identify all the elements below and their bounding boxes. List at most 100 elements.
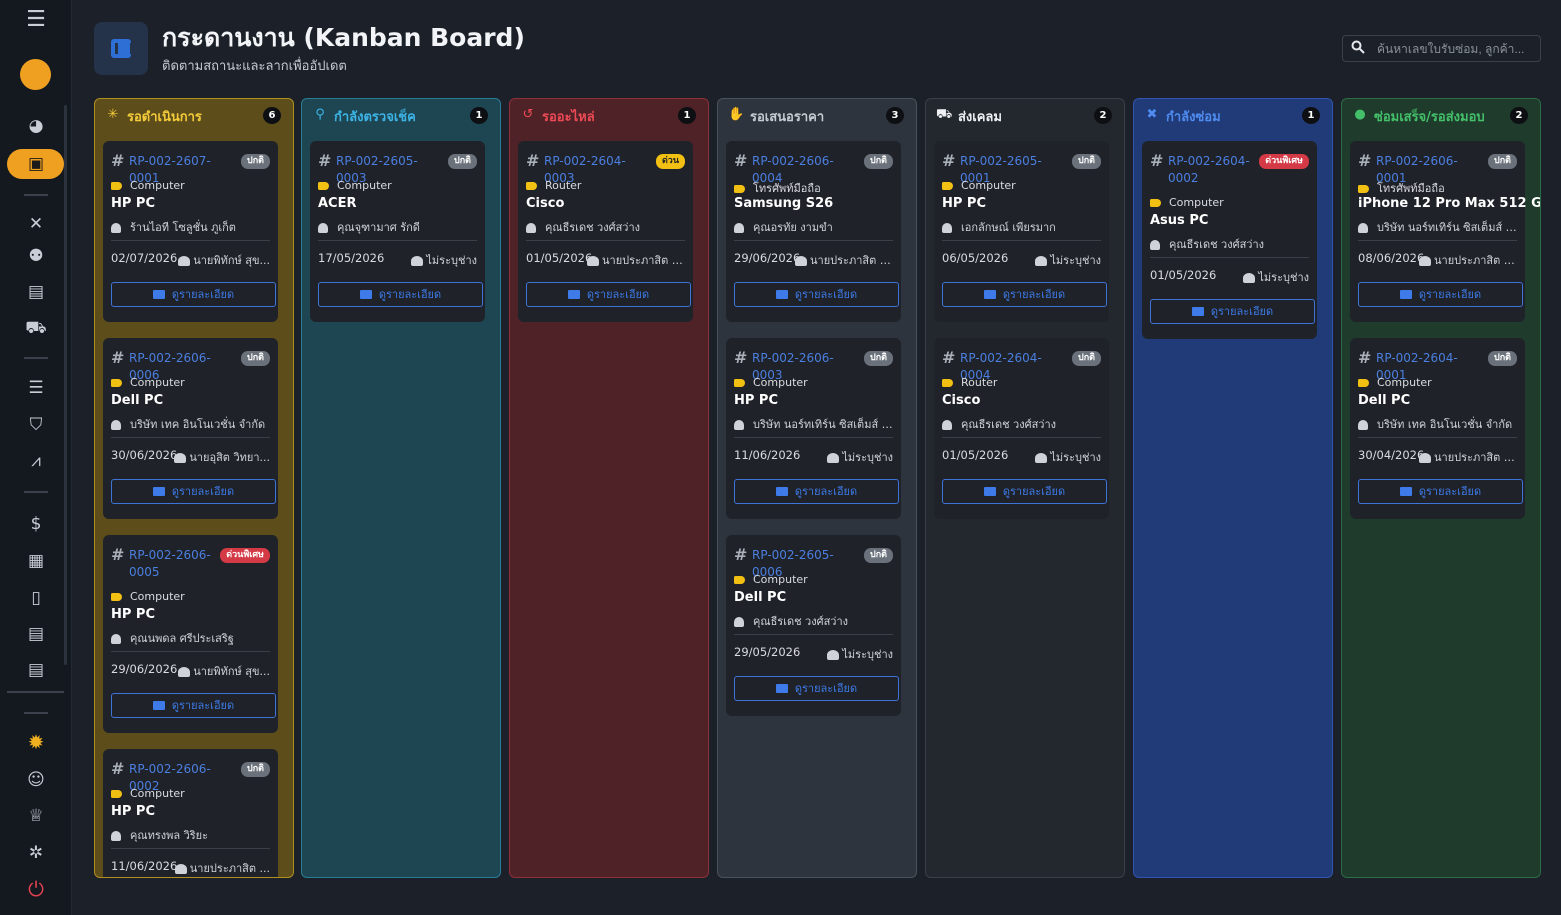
folder-icon [775, 289, 788, 299]
repair-card[interactable]: # RP-002-2606-0001 ปกติ โทรศัพท์มือถือ iPhon… [1350, 141, 1540, 322]
card-divider [942, 437, 1101, 438]
view-detail-button[interactable]: ดูรายละเอียด [942, 479, 1107, 504]
column-header: ⛟ ส่งเคลม 2 [926, 99, 1124, 131]
history-icon: ↺ [522, 107, 534, 122]
device-type-label: Computer [337, 179, 392, 192]
cashier-icon[interactable]: $ [0, 514, 72, 534]
search-icon: ⚲ [315, 107, 325, 122]
technician-icon [1243, 273, 1256, 283]
view-detail-button[interactable]: ดูรายละเอียด [318, 282, 483, 307]
view-detail-button[interactable]: ดูรายละเอียด [111, 693, 276, 718]
customer-name: คุณธีรเดช วงศ์สว่าง [1150, 235, 1310, 253]
repair-card[interactable]: # RP-002-2605-0006 ปกติ Computer Dell PC คุณธ… [726, 535, 901, 716]
repair-card[interactable]: # RP-002-2604-0004 ปกติ Router Cisco คุณธีรเด… [934, 338, 1109, 519]
repair-card[interactable]: # RP-002-2606-0005 ด่วนพิเศษ Computer HP PC ค… [103, 535, 278, 733]
technician: ไม่ระบุช่าง [379, 251, 477, 269]
card-divider [942, 240, 1101, 241]
search-input[interactable] [1377, 40, 1532, 58]
report-icon[interactable]: ⩘ [0, 451, 72, 471]
sidebar-divider [24, 712, 48, 714]
tools-icon[interactable]: ✕ [0, 214, 72, 234]
inventory-icon[interactable]: ▤ [0, 282, 72, 302]
device-model: Cisco [942, 393, 981, 408]
received-date: 29/06/2026 [734, 251, 801, 265]
tag-icon [1358, 185, 1369, 193]
repair-card[interactable]: # RP-002-2606-0006 ปกติ Computer Dell PC บริษ… [103, 338, 278, 519]
column-header: ✋ รอเสนอราคา 3 [718, 99, 916, 131]
technician: นายอุสิต วิทยา... [172, 448, 270, 466]
technician-label: นายพิทักษ์ สุข... [193, 254, 270, 267]
user-icon [942, 223, 952, 233]
repair-card[interactable]: # RP-002-2606-0003 ปกติ Computer HP PC บริษัท… [726, 338, 901, 519]
customer-name-label: เอกลักษณ์ เพียรมาก [961, 221, 1056, 234]
view-detail-button[interactable]: ดูรายละเอียด [942, 282, 1107, 307]
kanban-icon[interactable]: ▣ [0, 154, 72, 174]
view-detail-button[interactable]: ดูรายละเอียด [111, 479, 276, 504]
checklist-icon[interactable]: ☰ [0, 378, 72, 398]
technician-label: ไม่ระบุช่าง [1050, 254, 1101, 267]
technician-label: นายประภาสิต ... [189, 862, 270, 875]
document-icon[interactable]: ▤ [0, 660, 72, 680]
user-icon [942, 420, 952, 430]
customer-name: คุณทรงพล วิริยะ [111, 826, 271, 844]
device-model: HP PC [111, 804, 156, 819]
device-type: Computer [111, 787, 185, 800]
repair-id[interactable]: RP-002-2606-0005 [129, 547, 234, 581]
view-detail-button[interactable]: ดูรายละเอียด [734, 282, 899, 307]
technician-icon [174, 864, 187, 874]
delivery-icon[interactable]: ⛟ [0, 318, 72, 338]
settings-gear-icon[interactable]: ✹ [0, 732, 72, 752]
view-detail-button[interactable]: ดูรายละเอียด [1358, 282, 1523, 307]
view-detail-button[interactable]: ดูรายละเอียด [526, 282, 691, 307]
view-detail-button[interactable]: ดูรายละเอียด [734, 479, 899, 504]
search-box [1342, 35, 1541, 62]
tag-icon [942, 379, 953, 387]
receipt-icon[interactable]: ▤ [0, 624, 72, 644]
sidebar-scrollbar[interactable] [64, 105, 67, 665]
dashboard-icon[interactable]: ◕ [0, 116, 72, 136]
user-icon [318, 223, 328, 233]
repair-card[interactable]: # RP-002-2605-0003 ปกติ Computer ACER คุณจุฑา… [310, 141, 485, 322]
technician: ไม่ระบุช่าง [1211, 268, 1309, 286]
card-divider [111, 651, 270, 652]
card-divider [111, 848, 270, 849]
priority-badge: ปกติ [863, 154, 893, 169]
device-type-label: Computer [130, 376, 185, 389]
technician-icon [411, 256, 424, 266]
customer-name-label: บริษัท เทค อินโนเวชั่น จำกัด [130, 418, 266, 431]
device-type: Computer [1150, 196, 1224, 209]
device-type-label: Computer [1377, 376, 1432, 389]
column-header: ↺ รออะไหล่ 1 [510, 99, 708, 131]
customers-icon[interactable]: ⚉ [0, 246, 72, 266]
hash-icon: # [318, 151, 332, 170]
view-detail-button[interactable]: ดูรายละเอียด [1150, 299, 1315, 324]
repair-card[interactable]: # RP-002-2604-0001 ปกติ Computer Dell PC บริษ… [1350, 338, 1525, 519]
menu-icon[interactable]: ☰ [0, 9, 72, 31]
trophy-icon[interactable]: ♕ [0, 806, 72, 826]
repair-id[interactable]: RP-002-2604-0002 [1168, 153, 1273, 187]
user-icon[interactable]: ☺ [0, 770, 72, 790]
user-avatar-icon[interactable] [20, 59, 51, 90]
invoice-icon[interactable]: ▯ [0, 588, 72, 608]
repair-card[interactable]: # RP-002-2605-0001 ปกติ Computer HP PC เอกลัก… [934, 141, 1109, 322]
customer-name: คุณธีรเดช วงศ์สว่าง [942, 415, 1102, 433]
repair-card[interactable]: # RP-002-2607-0001 ปกติ Computer HP PC ร้านไอ… [103, 141, 278, 322]
config-icon[interactable]: ✲ [0, 843, 72, 863]
view-detail-button[interactable]: ดูรายละเอียด [111, 282, 276, 307]
technician-icon [1419, 256, 1431, 266]
priority-badge: ปกติ [1487, 154, 1517, 169]
customer-name-label: คุณธีรเดช วงศ์สว่าง [753, 615, 849, 628]
folder-icon [775, 683, 788, 693]
user-icon [111, 420, 121, 430]
pos-icon[interactable]: ▦ [0, 551, 72, 571]
repair-card[interactable]: # RP-002-2604-0003 ด่วน Router Cisco คุณธีรเด… [518, 141, 693, 322]
repair-card[interactable]: # RP-002-2604-0002 ด่วนพิเศษ Computer Asus P… [1142, 141, 1317, 339]
view-detail-label: ดูรายละเอียด [1418, 288, 1482, 301]
view-detail-button[interactable]: ดูรายละเอียด [734, 676, 899, 701]
repair-card[interactable]: # RP-002-2606-0004 ปกติ โทรศัพท์มือถือ Samsu… [726, 141, 901, 322]
view-detail-button[interactable]: ดูรายละเอียด [1358, 479, 1523, 504]
logout-icon[interactable]: ⏻ [0, 879, 72, 899]
card-divider [1358, 437, 1517, 438]
repair-card[interactable]: # RP-002-2606-0002 ปกติ Computer HP PC คุณทรง… [103, 749, 278, 877]
warranty-icon[interactable]: ⛉ [0, 415, 72, 435]
